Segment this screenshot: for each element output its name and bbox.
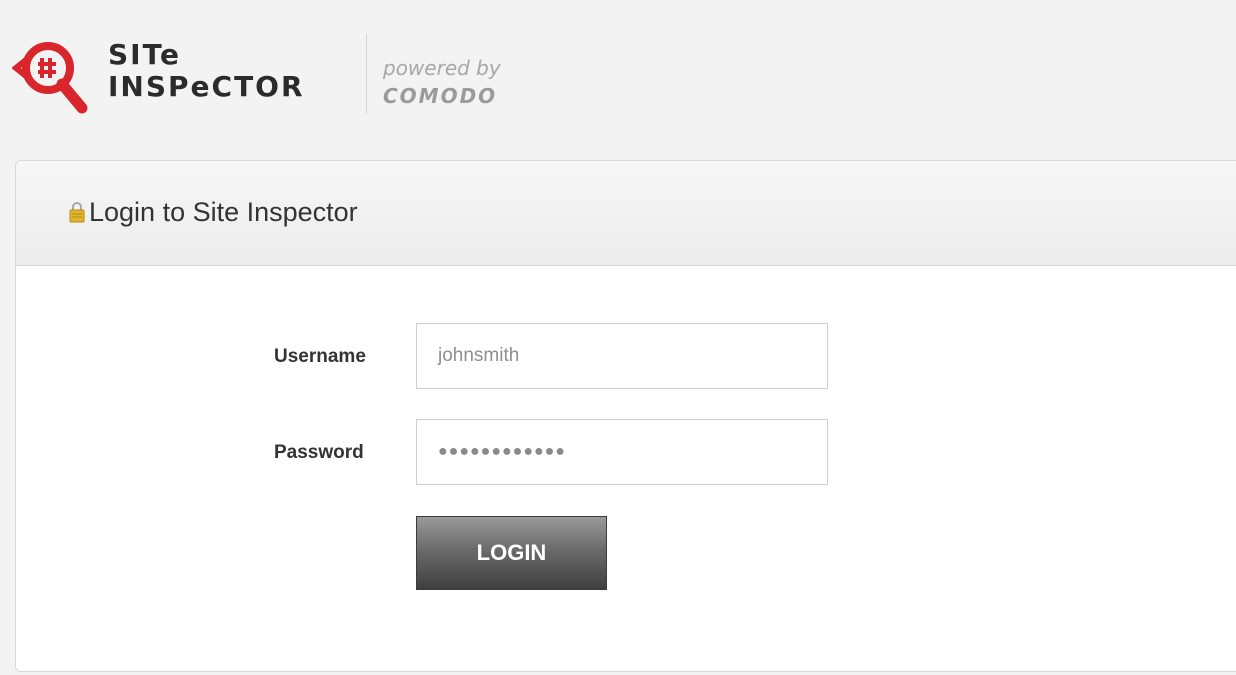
page-title: Login to Site Inspector bbox=[89, 197, 358, 227]
logo-divider bbox=[366, 34, 367, 114]
login-button[interactable]: LOGIN bbox=[416, 516, 607, 590]
logo-line-2: INSPeCTOR bbox=[108, 70, 305, 103]
site-inspector-logo-text: SITe INSPeCTOR bbox=[108, 40, 305, 104]
powered-by-label: powered by bbox=[383, 56, 501, 80]
login-panel: Login to Site Inspector Username johnsmi… bbox=[15, 160, 1236, 672]
password-label: Password bbox=[274, 442, 364, 463]
header: SITe INSPeCTOR powered by COMODO bbox=[0, 0, 1236, 150]
username-input[interactable]: johnsmith bbox=[416, 323, 828, 389]
login-panel-header: Login to Site Inspector bbox=[16, 161, 1236, 266]
comodo-brand: COMODO bbox=[383, 84, 498, 108]
login-page: SITe INSPeCTOR powered by COMODO Login t… bbox=[0, 0, 1236, 675]
lock-icon bbox=[69, 202, 85, 223]
password-input[interactable]: ●●●●●●●●●●●● bbox=[416, 419, 828, 485]
username-label: Username bbox=[274, 346, 366, 367]
logo-line-1: SITe bbox=[108, 38, 181, 71]
site-inspector-logo-icon bbox=[12, 42, 88, 114]
login-form: Username johnsmith Password ●●●●●●●●●●●●… bbox=[16, 266, 1236, 671]
